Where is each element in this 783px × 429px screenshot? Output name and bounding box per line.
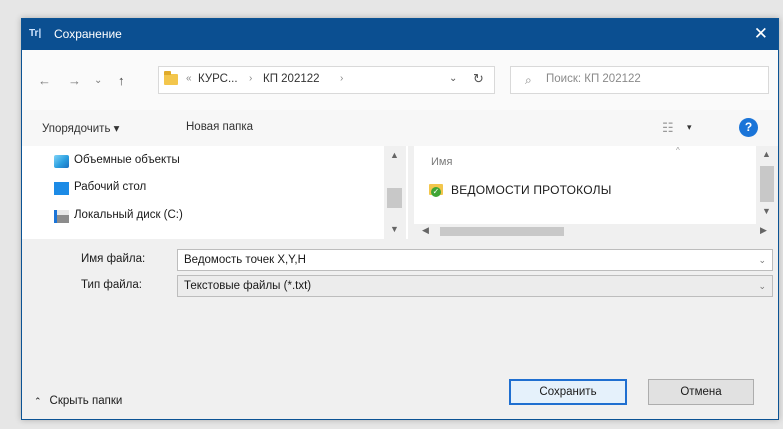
- cancel-button[interactable]: Отмена: [648, 379, 754, 405]
- save-dialog: Tr| Сохранение ✕ ← → ⌄ ↑ « КУРС... › КП …: [21, 18, 779, 420]
- help-icon[interactable]: ?: [739, 118, 758, 137]
- sort-indicator-icon: ^: [676, 146, 680, 155]
- chevron-down-icon[interactable]: ⌄: [758, 281, 766, 292]
- search-icon: ⌕: [525, 73, 532, 87]
- file-list-vertical-scrollbar[interactable]: ▲ ▼: [756, 146, 778, 224]
- column-header-name[interactable]: Имя: [431, 156, 452, 168]
- command-bar: Упорядочить ▾ Новая папка ☷ ▾ ?: [22, 110, 778, 146]
- save-button[interactable]: Сохранить: [509, 379, 627, 405]
- search-placeholder: Поиск: КП 202122: [546, 73, 641, 85]
- address-bar[interactable]: « КУРС... › КП 202122 › ⌄ ↻: [158, 66, 495, 94]
- breadcrumb-item[interactable]: КУРС...: [198, 73, 238, 85]
- view-options-icon[interactable]: ☷: [662, 120, 674, 136]
- filename-field[interactable]: Ведомость точек X,Y,H ⌄: [177, 249, 773, 271]
- chevron-down-icon[interactable]: ⌄: [449, 73, 457, 84]
- filename-label: Имя файла:: [81, 253, 146, 265]
- view-dropdown-icon[interactable]: ▾: [687, 122, 692, 133]
- window-title: Сохранение: [54, 27, 122, 41]
- hide-folders-button[interactable]: ⌃ Скрыть папки: [34, 395, 122, 407]
- filename-value: Ведомость точек X,Y,H: [184, 254, 306, 266]
- navigation-bar: ← → ⌄ ↑ « КУРС... › КП 202122 › ⌄ ↻ ⌕ По…: [22, 50, 778, 110]
- filetype-value: Текстовые файлы (*.txt): [184, 280, 312, 292]
- chevron-down-icon[interactable]: ⌄: [758, 255, 766, 266]
- title-bar: Tr| Сохранение ✕: [22, 19, 778, 50]
- scrollbar-thumb[interactable]: [440, 227, 564, 236]
- hide-folders-label: Скрыть папки: [49, 395, 123, 407]
- close-icon[interactable]: ✕: [754, 24, 768, 44]
- recent-locations-icon[interactable]: ⌄: [94, 75, 102, 86]
- scroll-up-icon[interactable]: ▲: [390, 150, 399, 160]
- list-item[interactable]: ✓ ВЕДОМОСТИ ПРОТОКОЛЫ: [429, 181, 749, 201]
- app-icon: Tr|: [29, 28, 42, 39]
- save-form: Имя файла: Ведомость точек X,Y,H ⌄ Тип ф…: [22, 239, 778, 419]
- sync-status-icon: ✓: [431, 187, 441, 197]
- refresh-icon[interactable]: ↻: [473, 71, 484, 87]
- scroll-left-icon[interactable]: ◀: [422, 225, 429, 236]
- drive-icon: [54, 210, 69, 223]
- breadcrumb-overflow[interactable]: «: [186, 73, 192, 84]
- breadcrumb-item[interactable]: КП 202122: [263, 73, 320, 85]
- chevron-up-icon: ⌃: [34, 396, 42, 406]
- scroll-down-icon[interactable]: ▼: [762, 206, 771, 216]
- scroll-up-icon[interactable]: ▲: [762, 149, 771, 159]
- back-arrow-icon[interactable]: ←: [38, 73, 51, 88]
- folder-icon: [164, 71, 178, 85]
- up-arrow-icon[interactable]: ↑: [118, 73, 125, 88]
- file-list-horizontal-scrollbar[interactable]: ◀ ▶: [414, 224, 778, 239]
- scroll-right-icon[interactable]: ▶: [760, 225, 767, 236]
- scrollbar-thumb[interactable]: [387, 188, 402, 208]
- forward-arrow-icon[interactable]: →: [68, 73, 81, 88]
- list-item-label: ВЕДОМОСТИ ПРОТОКОЛЫ: [451, 183, 612, 197]
- sidebar-item-label: Рабочий стол: [74, 181, 147, 193]
- scroll-down-icon[interactable]: ▼: [390, 224, 399, 234]
- sidebar-item-label: Локальный диск (C:): [74, 209, 183, 221]
- desktop-icon: [54, 182, 69, 195]
- filetype-label: Тип файла:: [81, 279, 142, 291]
- filetype-select[interactable]: Текстовые файлы (*.txt) ⌄: [177, 275, 773, 297]
- navigation-pane: Объемные объекты Рабочий стол Локальный …: [22, 146, 408, 239]
- new-folder-button[interactable]: Новая папка: [186, 121, 253, 133]
- sidebar-scrollbar[interactable]: ▲ ▼: [384, 146, 406, 239]
- breadcrumb-separator: ›: [340, 73, 344, 84]
- organize-button[interactable]: Упорядочить ▾: [42, 121, 119, 135]
- breadcrumb-separator: ›: [249, 73, 253, 84]
- search-box[interactable]: ⌕ Поиск: КП 202122: [510, 66, 769, 94]
- sidebar-item-label: Объемные объекты: [74, 154, 180, 166]
- scrollbar-thumb[interactable]: [760, 166, 774, 202]
- file-list: Имя ^ ✓ ВЕДОМОСТИ ПРОТОКОЛЫ ▲ ▼ ◀ ▶: [414, 146, 778, 239]
- 3d-objects-icon: [54, 155, 69, 168]
